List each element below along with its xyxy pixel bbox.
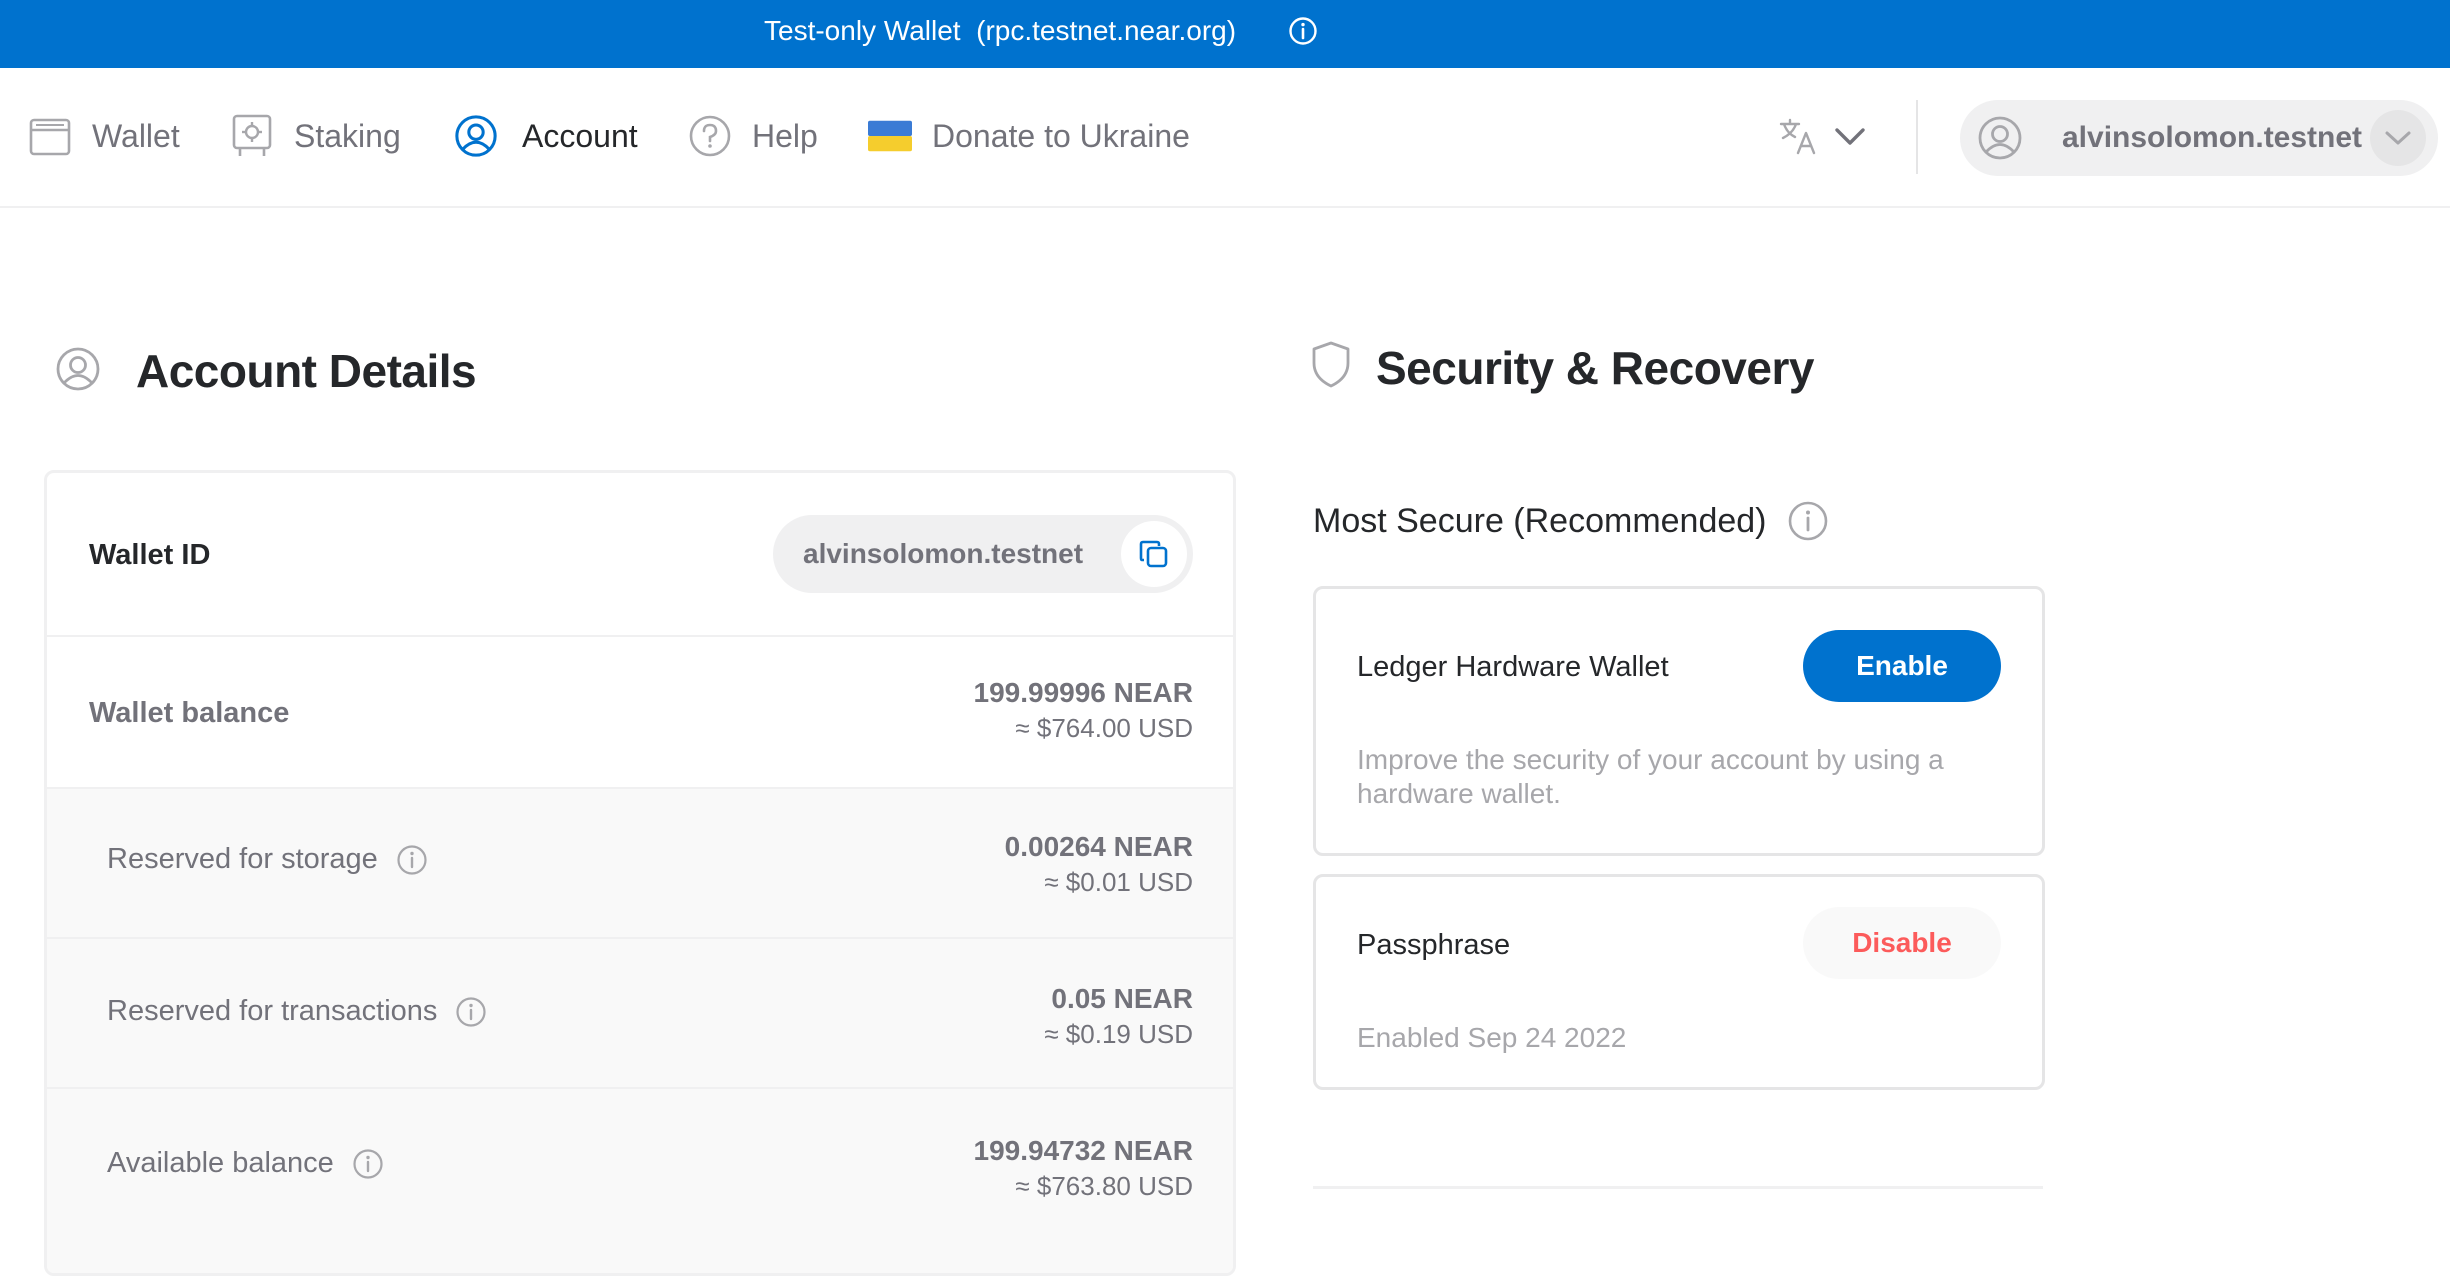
disable-passphrase-button[interactable]: Disable	[1803, 907, 2001, 979]
account-circle-icon	[54, 345, 102, 398]
account-icon	[454, 112, 498, 160]
nav-item-account[interactable]: Account	[454, 110, 638, 162]
translate-icon	[1778, 116, 1818, 161]
top-navigation: Wallet Staking Account Help Donate to Uk…	[0, 68, 2450, 208]
ledger-option-card: Ledger Hardware Wallet Enable Improve th…	[1313, 586, 2045, 856]
wallet-balance-usd: ≈ $764.00 USD	[1015, 713, 1193, 743]
reserved-transactions-value: 0.05 NEAR ≈ $0.19 USD	[1044, 983, 1193, 1050]
wallet-balance-near: 199.99996 NEAR	[973, 677, 1193, 708]
nav-divider	[1916, 100, 1918, 174]
ledger-title: Ledger Hardware Wallet	[1357, 651, 1669, 683]
info-icon[interactable]	[1787, 500, 1829, 542]
security-title: Security & Recovery	[1376, 341, 1814, 394]
available-balance-row: Available balance 199.94732 NEAR ≈ $763.…	[47, 1087, 1233, 1273]
account-details-card: Wallet ID alvinsolomon.testnet Wallet ba…	[44, 470, 1236, 1276]
passphrase-option-card: Passphrase Disable Enabled Sep 24 2022	[1313, 874, 2045, 1090]
nav-label-account: Account	[522, 117, 638, 154]
nav-item-donate-ukraine[interactable]: Donate to Ukraine	[868, 110, 1190, 162]
wallet-balance-row: Wallet balance 199.99996 NEAR ≈ $764.00 …	[47, 637, 1233, 787]
copy-icon	[1139, 540, 1168, 568]
ukraine-flag-icon	[868, 112, 912, 160]
section-divider	[1313, 1186, 2043, 1189]
available-balance-usd: ≈ $763.80 USD	[1015, 1171, 1193, 1201]
chevron-down-icon	[1832, 124, 1868, 153]
help-icon	[688, 112, 732, 160]
info-icon[interactable]	[352, 1148, 384, 1180]
banner-text: Test-only Wallet (rpc.testnet.near.org)	[764, 15, 1237, 46]
nav-item-help[interactable]: Help	[688, 110, 818, 162]
nav-label-wallet: Wallet	[92, 117, 180, 154]
reserved-storage-text: Reserved for storage	[107, 843, 378, 875]
nav-label-donate: Donate to Ukraine	[932, 117, 1190, 154]
passphrase-title: Passphrase	[1357, 929, 1511, 961]
reserved-storage-near: 0.00264 NEAR	[1004, 831, 1193, 862]
chevron-down-icon[interactable]	[2370, 110, 2426, 166]
staking-icon	[230, 112, 274, 160]
wallet-id-row: Wallet ID alvinsolomon.testnet	[47, 473, 1233, 637]
available-balance-value: 199.94732 NEAR ≈ $763.80 USD	[974, 1135, 1193, 1202]
passphrase-status: Enabled Sep 24 2022	[1357, 1022, 1627, 1053]
available-balance-text: Available balance	[107, 1147, 334, 1179]
reserved-transactions-label: Reserved for transactions	[107, 995, 487, 1028]
account-name: alvinsolomon.testnet	[2062, 121, 2363, 154]
ledger-description: Improve the security of your account by …	[1357, 744, 1944, 809]
page-title: Account Details	[136, 345, 477, 397]
wallet-id-label: Wallet ID	[89, 539, 211, 571]
most-secure-heading: Most Secure (Recommended)	[1313, 500, 1829, 542]
nav-item-wallet[interactable]: Wallet	[28, 110, 180, 162]
nav-item-staking[interactable]: Staking	[230, 110, 401, 162]
nav-label-staking: Staking	[294, 117, 401, 154]
wallet-balance-label: Wallet balance	[89, 697, 290, 729]
info-icon[interactable]	[1288, 16, 1318, 46]
reserved-transactions-near: 0.05 NEAR	[1051, 983, 1193, 1014]
wallet-id-value: alvinsolomon.testnet	[803, 538, 1084, 569]
reserved-transactions-usd: ≈ $0.19 USD	[1044, 1019, 1193, 1049]
wallet-balance-value: 199.99996 NEAR ≈ $764.00 USD	[974, 677, 1193, 744]
enable-ledger-button[interactable]: Enable	[1803, 630, 2001, 702]
language-selector[interactable]	[1778, 114, 1868, 162]
account-details-header: Account Details	[54, 344, 477, 398]
wallet-icon	[28, 112, 72, 160]
shield-icon	[1310, 340, 1352, 395]
security-header: Security & Recovery	[1310, 340, 1814, 395]
info-icon[interactable]	[396, 844, 428, 876]
copy-button[interactable]	[1121, 521, 1187, 587]
reserved-storage-usd: ≈ $0.01 USD	[1044, 867, 1193, 897]
available-balance-label: Available balance	[107, 1147, 384, 1180]
nav-label-help: Help	[752, 117, 818, 154]
wallet-id-pill: alvinsolomon.testnet	[773, 515, 1193, 593]
account-switcher[interactable]: alvinsolomon.testnet	[1960, 100, 2438, 176]
reserved-storage-value: 0.00264 NEAR ≈ $0.01 USD	[1005, 831, 1193, 898]
most-secure-text: Most Secure (Recommended)	[1313, 501, 1767, 540]
reserved-transactions-row: Reserved for transactions 0.05 NEAR ≈ $0…	[47, 937, 1233, 1089]
reserved-storage-row: Reserved for storage 0.00264 NEAR ≈ $0.0…	[47, 787, 1233, 939]
reserved-storage-label: Reserved for storage	[107, 843, 428, 876]
available-balance-near: 199.94732 NEAR	[973, 1135, 1193, 1166]
user-avatar-icon	[1974, 112, 2026, 164]
testnet-banner: Test-only Wallet (rpc.testnet.near.org)	[0, 0, 2450, 68]
info-icon[interactable]	[455, 996, 487, 1028]
reserved-transactions-text: Reserved for transactions	[107, 995, 438, 1027]
